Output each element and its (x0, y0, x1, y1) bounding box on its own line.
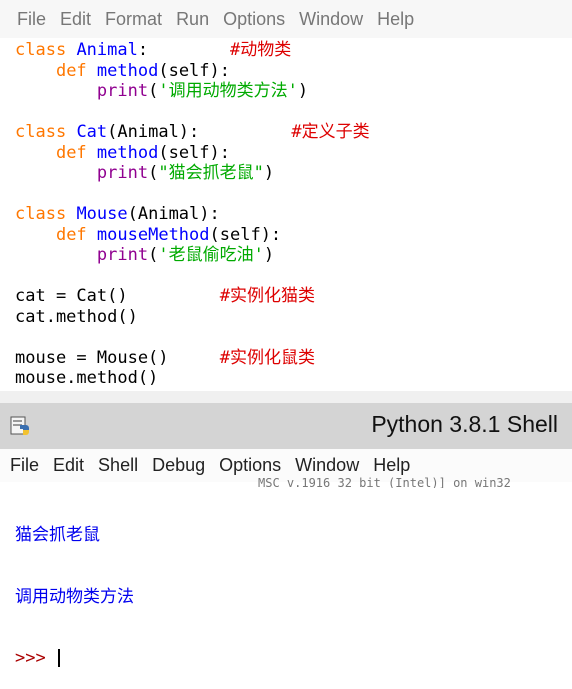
code-line-13: cat = Cat() #实例化猫类 (15, 286, 315, 306)
menu-run[interactable]: Run (169, 9, 216, 30)
shell-output[interactable]: 猫会抓老鼠 调用动物类方法 >>> (15, 484, 134, 689)
shell-menu-window[interactable]: Window (288, 455, 366, 476)
code-line-11: print('老鼠偷吃油') (96, 245, 275, 265)
menu-window[interactable]: Window (292, 9, 370, 30)
code-line-16: mouse = Mouse() #实例化鼠类 (15, 347, 315, 368)
shell-output-line-1: 猫会抓老鼠 (15, 525, 100, 545)
menu-file[interactable]: File (0, 9, 53, 30)
text-cursor (57, 649, 60, 667)
shell-menu-options[interactable]: Options (212, 455, 288, 476)
shell-title-bar[interactable]: Python 3.8.1 Shell (0, 403, 572, 449)
shell-banner-clipped: MSC v.1916 32 bit (Intel)] on win32 (258, 476, 511, 488)
shell-window-title: Python 3.8.1 Shell (371, 411, 558, 437)
code-line-14: cat.method() (15, 306, 138, 327)
shell-menu-shell[interactable]: Shell (91, 455, 145, 476)
code-line-17: mouse.method() (15, 368, 159, 388)
code-editor[interactable]: class Animal: #动物类 def method(self): pri… (15, 40, 370, 389)
code-line-9: class Mouse(Animal): (15, 204, 220, 224)
shell-menu-debug[interactable]: Debug (145, 455, 212, 476)
shell-menu-edit[interactable]: Edit (46, 455, 91, 476)
menu-edit[interactable]: Edit (53, 9, 98, 30)
code-line-1: class Animal: #动物类 (15, 40, 292, 60)
shell-menu-file[interactable]: File (0, 455, 46, 476)
shell-prompt-line[interactable]: >>> (15, 648, 134, 669)
window-divider (0, 391, 572, 403)
menu-help[interactable]: Help (370, 9, 421, 30)
shell-menu-help[interactable]: Help (366, 455, 417, 476)
menu-format[interactable]: Format (98, 9, 169, 30)
code-line-5: class Cat(Animal): #定义子类 (15, 122, 370, 142)
menu-options[interactable]: Options (216, 9, 292, 30)
shell-output-line-2: 调用动物类方法 (15, 586, 134, 607)
shell-prompt: >>> (15, 648, 46, 668)
code-line-6: def method(self): (55, 142, 230, 163)
code-line-2: def method(self): (55, 60, 230, 81)
editor-menu-bar: File Edit Format Run Options Window Help (0, 0, 572, 38)
code-line-10: def mouseMethod(self): (55, 224, 282, 245)
code-line-3: print('调用动物类方法') (96, 81, 309, 101)
python-icon (10, 416, 29, 435)
code-line-7: print("猫会抓老鼠") (96, 163, 275, 183)
